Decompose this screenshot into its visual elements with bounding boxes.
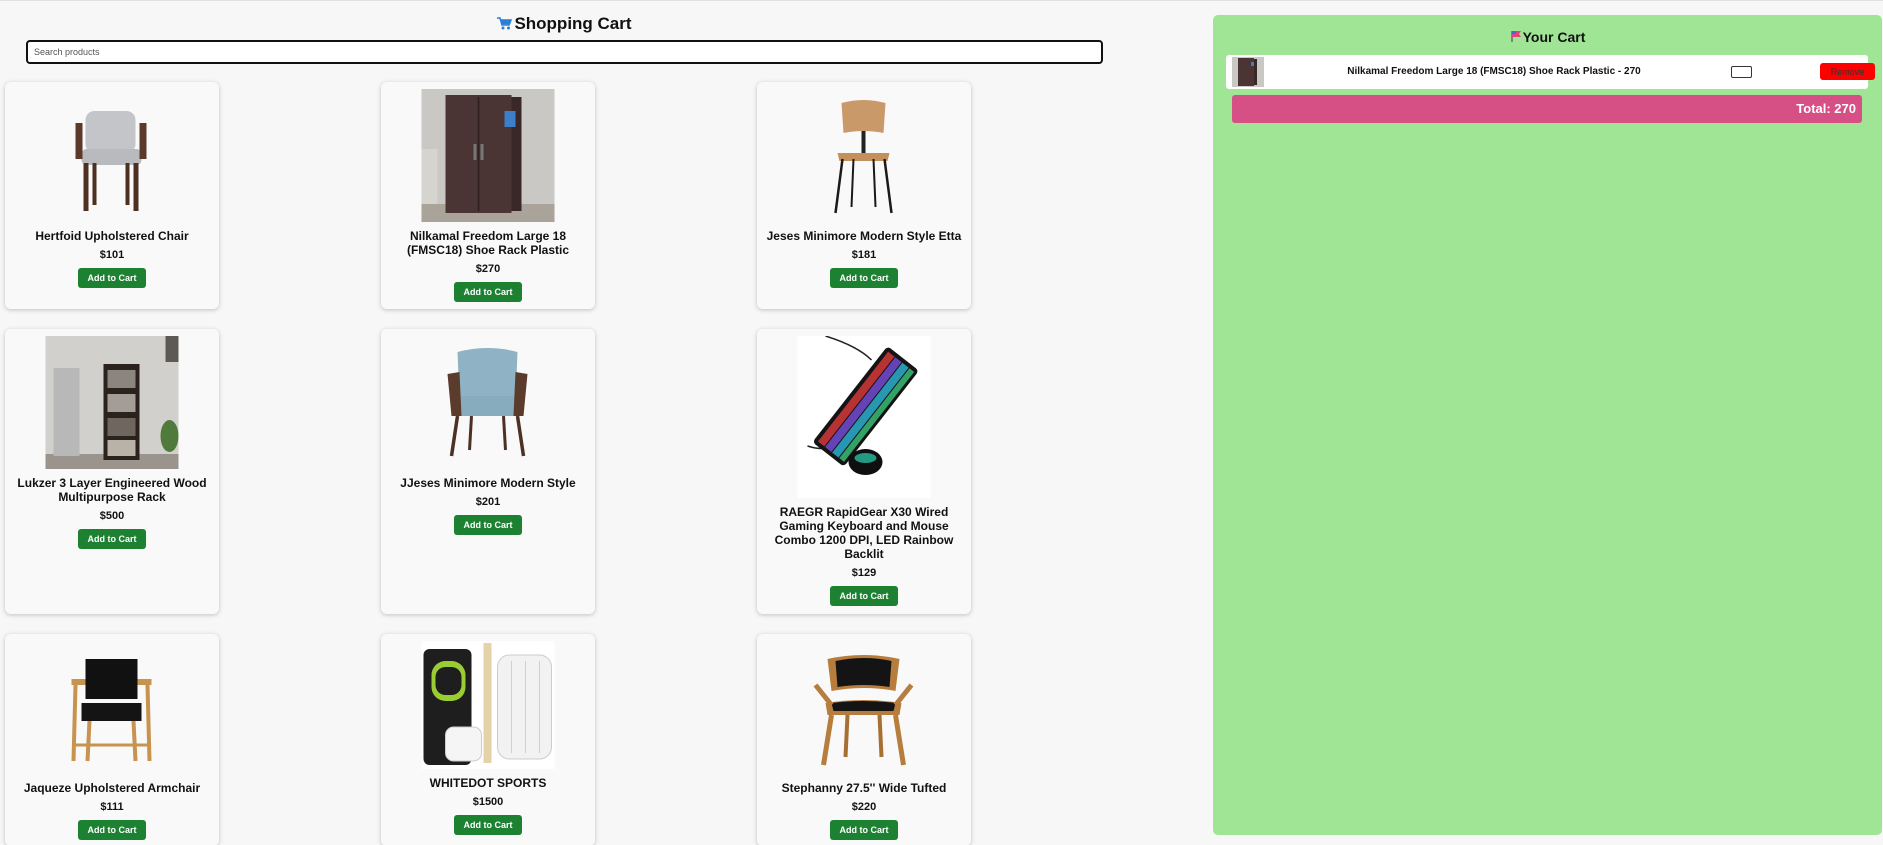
cricket-kit-image [421, 641, 555, 769]
product-name: Stephanny 27.5'' Wide Tufted [781, 781, 947, 795]
shopping-cart-icon [496, 15, 513, 35]
product-price: $201 [475, 496, 501, 508]
product-name: RAEGR RapidGear X30 Wired Gaming Keyboar… [774, 505, 954, 561]
search-input[interactable] [26, 40, 1103, 64]
product-name: WHITEDOT SPORTS [429, 776, 547, 790]
product-card: WHITEDOT SPORTS $1500 Add to Cart [381, 634, 595, 845]
cart-panel: Your Cart Nilkamal Freedom Large 18 (FMS… [1213, 15, 1882, 835]
add-to-cart-button[interactable]: Add to Cart [78, 820, 146, 840]
add-to-cart-button[interactable]: Add to Cart [454, 815, 522, 835]
cart-item-thumbnail [1232, 57, 1264, 87]
add-to-cart-button[interactable]: Add to Cart [830, 586, 898, 606]
leather-armchair-image [798, 641, 931, 774]
add-to-cart-button[interactable]: Add to Cart [830, 820, 898, 840]
cart-title-text: Your Cart [1522, 29, 1586, 45]
cart-item-label: Nilkamal Freedom Large 18 (FMSC18) Shoe … [1347, 66, 1641, 77]
cart-total: Total: 270 [1232, 95, 1862, 123]
add-to-cart-button[interactable]: Add to Cart [454, 515, 522, 535]
flag-icon [1510, 30, 1523, 46]
product-name: Jeses Minimore Modern Style Etta [766, 229, 962, 243]
product-card: Hertfoid Upholstered Chair $101 Add to C… [5, 82, 219, 309]
add-to-cart-button[interactable]: Add to Cart [78, 268, 146, 288]
gaming-keyboard-image [797, 335, 931, 498]
wood-rack-image [45, 336, 179, 469]
add-to-cart-button[interactable]: Add to Cart [830, 268, 898, 288]
wooden-chair-image [798, 89, 931, 222]
add-to-cart-button[interactable]: Add to Cart [454, 282, 522, 302]
product-name: Hertfoid Upholstered Chair [35, 229, 189, 243]
add-to-cart-button[interactable]: Add to Cart [78, 529, 146, 549]
product-price: $101 [99, 249, 125, 261]
product-card: Lukzer 3 Layer Engineered Wood Multipurp… [5, 329, 219, 614]
product-card: Jaqueze Upholstered Armchair $111 Add to… [5, 634, 219, 845]
product-price: $181 [851, 249, 877, 261]
cart-item: Nilkamal Freedom Large 18 (FMSC18) Shoe … [1226, 55, 1875, 89]
product-card: JJeses Minimore Modern Style $201 Add to… [381, 329, 595, 614]
product-price: $220 [851, 801, 877, 813]
shoe-rack-cabinet-image [421, 89, 555, 222]
product-name: Nilkamal Freedom Large 18 (FMSC18) Shoe … [406, 229, 570, 257]
page-title-text: Shopping Cart [514, 14, 632, 33]
product-price: $111 [100, 801, 124, 813]
product-card: Stephanny 27.5'' Wide Tufted $220 Add to… [757, 634, 971, 845]
product-price: $270 [475, 263, 501, 275]
product-price: $500 [99, 510, 125, 522]
product-name: Lukzer 3 Layer Engineered Wood Multipurp… [17, 476, 207, 504]
product-price: $129 [851, 567, 877, 579]
product-name: Jaqueze Upholstered Armchair [23, 781, 201, 795]
blue-armchair-image [422, 336, 555, 469]
product-price: $1500 [472, 796, 504, 808]
product-card: RAEGR RapidGear X30 Wired Gaming Keyboar… [757, 329, 971, 614]
black-armchair-image [46, 641, 179, 774]
page-title: Shopping Cart [0, 14, 1128, 35]
quantity-input[interactable] [1731, 66, 1752, 78]
product-card: Nilkamal Freedom Large 18 (FMSC18) Shoe … [381, 82, 595, 309]
cart-title: Your Cart [1213, 29, 1882, 46]
remove-button[interactable]: Remove [1820, 63, 1875, 80]
product-name: JJeses Minimore Modern Style [400, 476, 576, 490]
upholstered-chair-image [46, 89, 179, 222]
product-card: Jeses Minimore Modern Style Etta $181 Ad… [757, 82, 971, 309]
